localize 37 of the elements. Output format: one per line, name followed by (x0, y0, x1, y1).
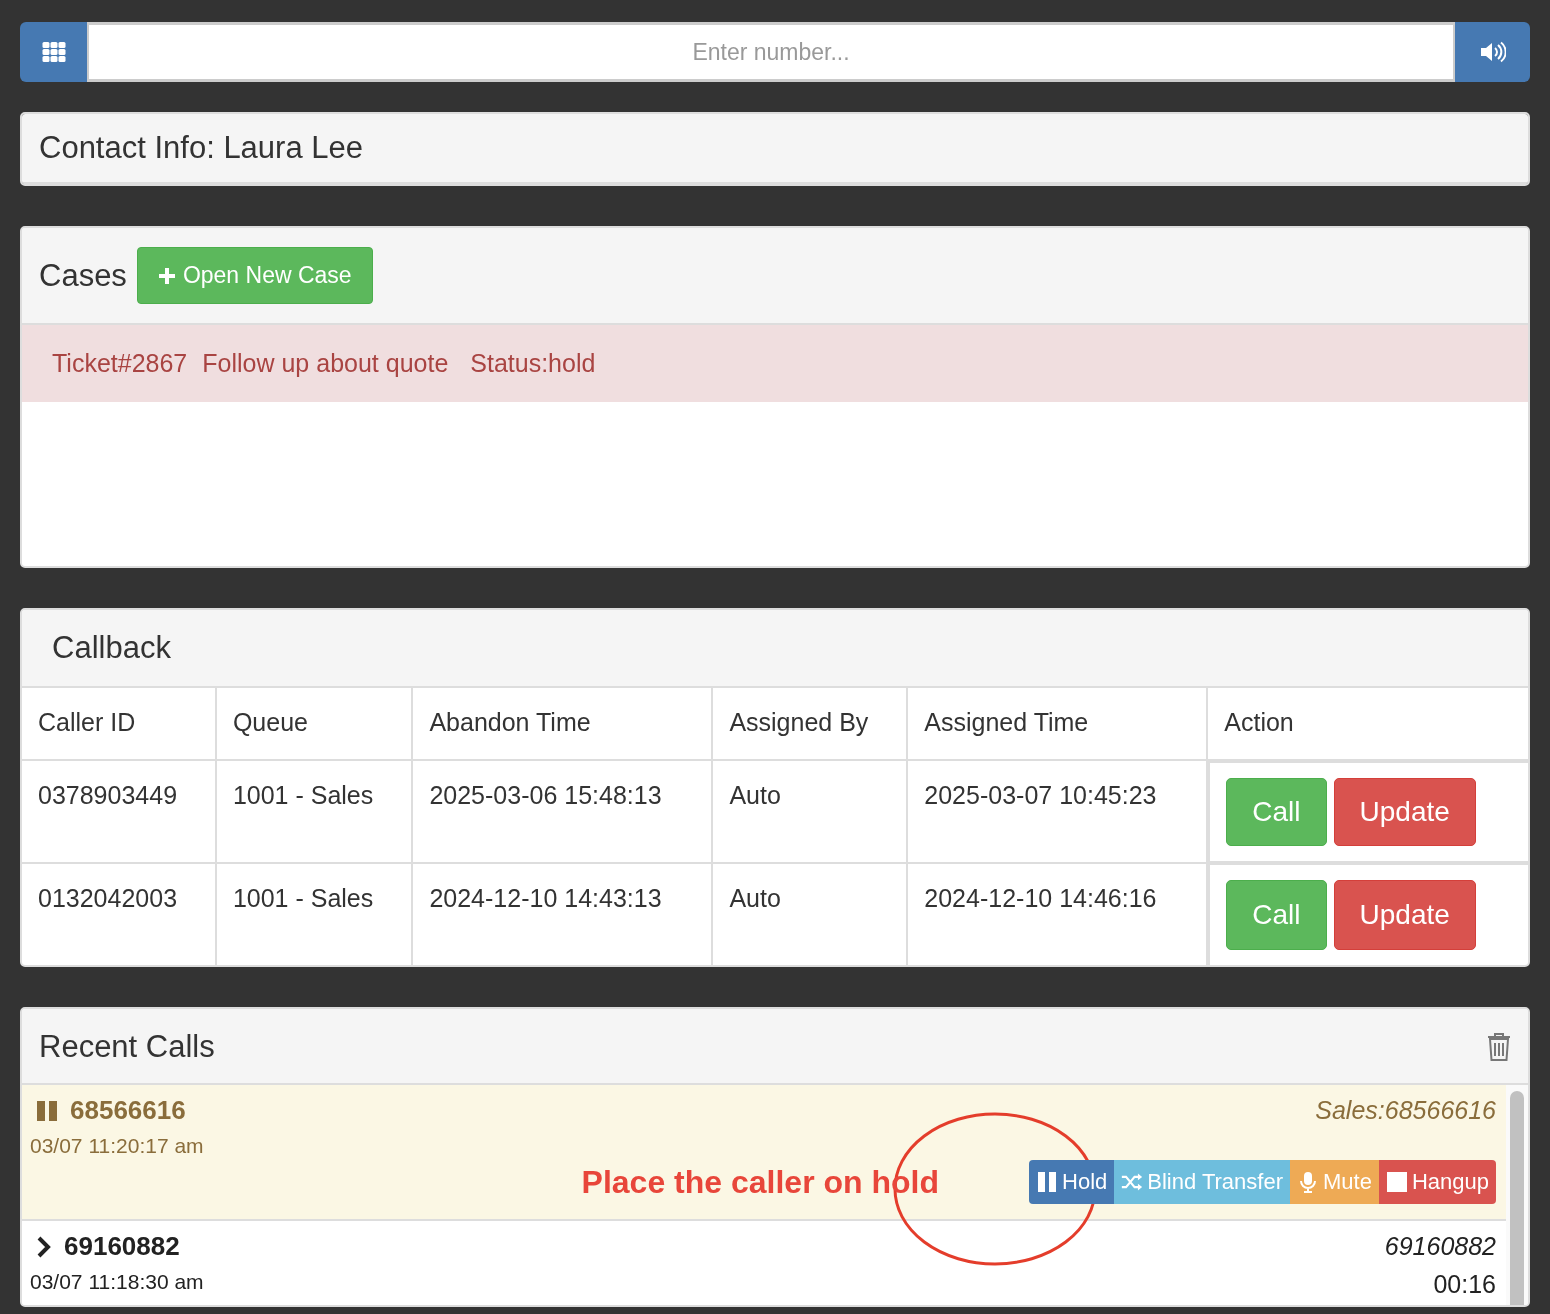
open-new-case-button[interactable]: Open New Case (136, 247, 373, 304)
call-time: 03/07 11:20:17 am (30, 1134, 204, 1158)
ticket-number: Ticket#2867 (52, 349, 188, 378)
number-input[interactable]: Enter number... (87, 22, 1455, 82)
case-status: Status:hold (470, 349, 596, 378)
call-queue: 69160882 (1384, 1232, 1496, 1261)
call-button[interactable]: Call (1226, 778, 1327, 846)
case-subject: Follow up about quote (202, 349, 449, 378)
table-cell: 2025-03-06 15:48:13 (412, 760, 713, 863)
update-button[interactable]: Update (1333, 778, 1476, 846)
panel-title: Contact Info: Laura Lee (39, 130, 363, 166)
hangup-button[interactable]: Hangup (1378, 1160, 1496, 1204)
case-alert[interactable]: Ticket#2867 Follow up about quote Status:hold (22, 325, 1528, 402)
column-header: Action (1207, 688, 1528, 760)
column-header: Queue (215, 688, 413, 760)
call-number: 68566616 (70, 1095, 186, 1126)
table-cell: 0132042003 (22, 863, 216, 965)
transfer-button[interactable]: Blind Transfer (1114, 1160, 1290, 1204)
call-button[interactable]: Call (1226, 880, 1327, 950)
call-time: 03/07 11:18:30 am (30, 1270, 204, 1295)
table-cell: 1001 - Sales (215, 760, 413, 863)
hold-button[interactable]: Hold (1029, 1160, 1115, 1204)
call-duration: 00:16 (1433, 1270, 1496, 1299)
mute-button[interactable]: Mute (1290, 1160, 1379, 1204)
column-header: Caller ID (22, 688, 216, 760)
table-cell: 0378903449 (22, 760, 216, 863)
column-header: Assigned Time (907, 688, 1208, 760)
panel-title: Recent Calls (39, 1029, 215, 1065)
update-button[interactable]: Update (1333, 880, 1476, 950)
panel-title: Callback (52, 630, 171, 666)
call-number: 69160882 (64, 1231, 180, 1262)
column-header: Abandon Time (412, 688, 713, 760)
table-cell: 2025-03-07 10:45:23 (907, 760, 1208, 863)
call-queue: Sales:68566616 (1315, 1096, 1496, 1125)
table-cell: Auto (712, 760, 908, 863)
column-header: Assigned By (712, 688, 908, 760)
panel-title: Cases (39, 257, 127, 294)
